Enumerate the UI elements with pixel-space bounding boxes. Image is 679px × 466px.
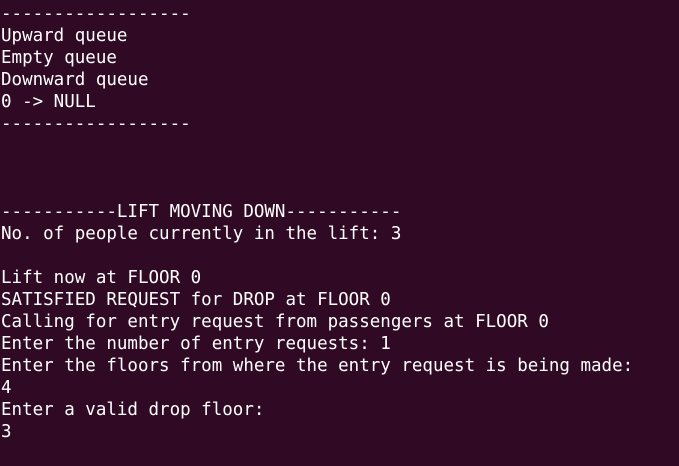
drop-floor-input[interactable]: 3 [1, 421, 679, 443]
satisfied-request-line: SATISFIED REQUEST for DROP at FLOOR 0 [1, 290, 391, 310]
entry-count-prompt: Enter the number of entry requests: 1 [1, 334, 391, 354]
queue-separator-bottom: ------------------ [1, 114, 191, 134]
current-floor-line: Lift now at FLOOR 0 [1, 268, 202, 288]
queue-separator-top: ------------------ [1, 4, 191, 24]
entry-floors-prompt: Enter the floors from where the entry re… [1, 356, 634, 376]
upward-queue-heading: Upward queue [1, 26, 128, 46]
upward-queue-content: Empty queue [1, 48, 117, 68]
downward-queue-heading: Downward queue [1, 70, 149, 90]
terminal-window[interactable]: ------------------ Upward queue Empty qu… [0, 0, 679, 466]
drop-floor-prompt: Enter a valid drop floor: [1, 400, 265, 420]
lift-status-banner: -----------LIFT MOVING DOWN----------- [1, 202, 402, 222]
downward-queue-content: 0 -> NULL [1, 92, 96, 112]
entry-floor-input: 4 [1, 378, 12, 398]
people-count-line: No. of people currently in the lift: 3 [1, 224, 402, 244]
entry-call-line: Calling for entry request from passenger… [1, 312, 549, 332]
